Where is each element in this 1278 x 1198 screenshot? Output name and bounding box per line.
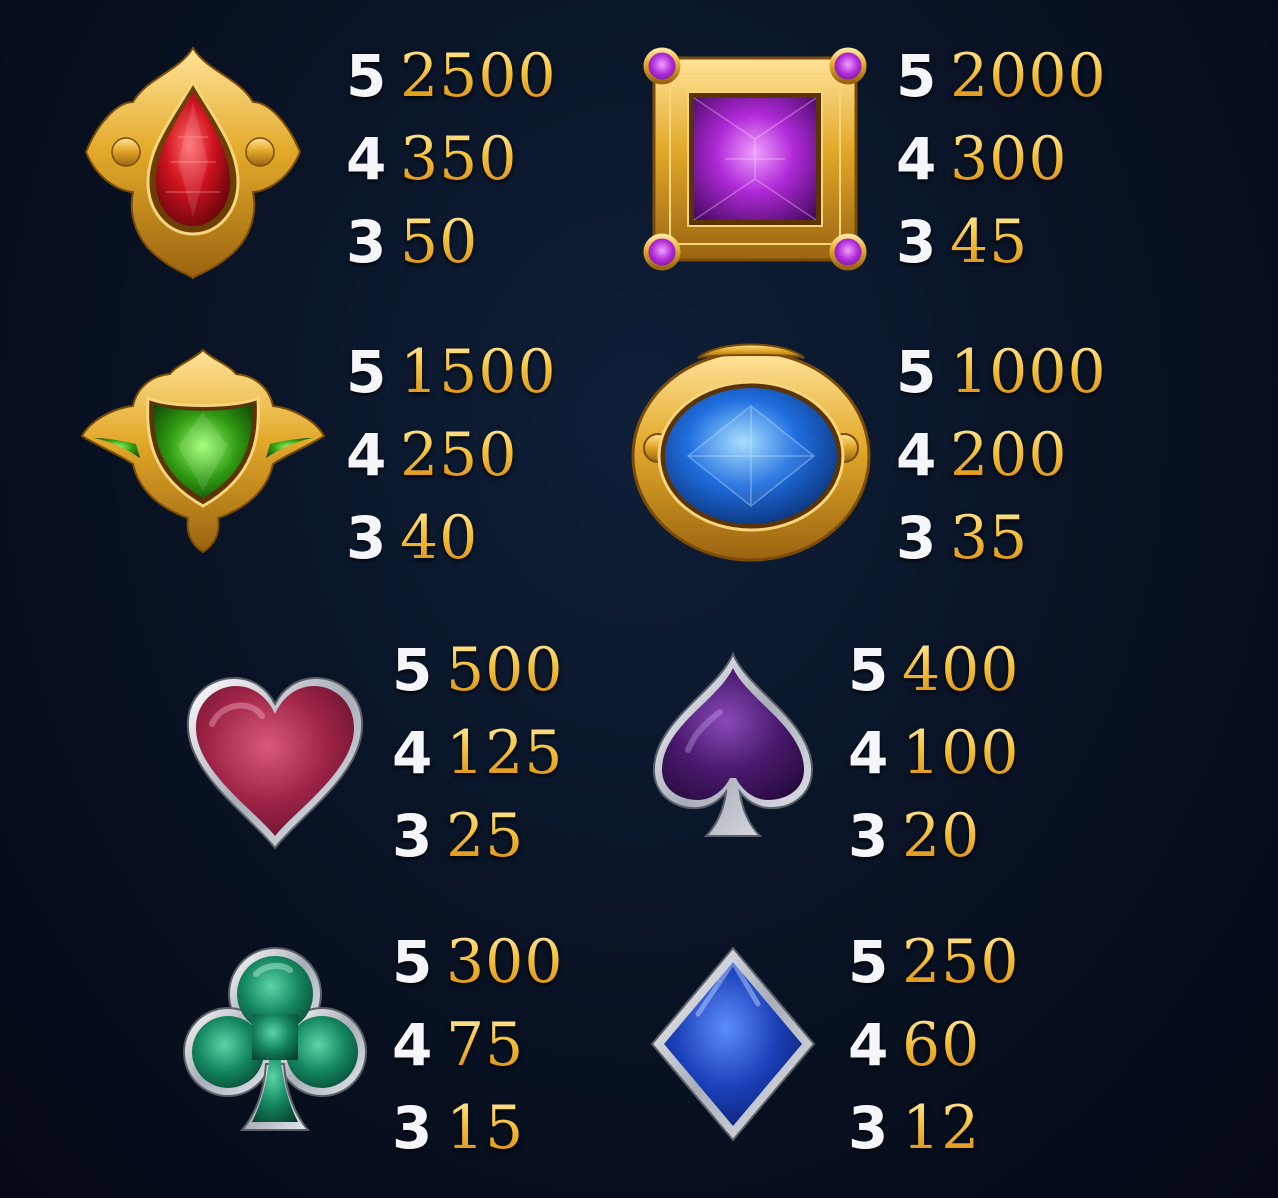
match-count: 5: [346, 337, 387, 406]
payout-amount: 15: [446, 1092, 525, 1163]
match-count: 5: [346, 41, 387, 110]
match-count: 4: [848, 718, 889, 787]
match-count: 3: [848, 801, 889, 870]
match-count: 5: [392, 927, 433, 996]
payout-amount: 125: [446, 717, 564, 788]
payout-amount: 60: [902, 1009, 981, 1080]
payout-amount: 250: [902, 926, 1020, 997]
match-count: 4: [392, 718, 433, 787]
payout-row: 3 50: [346, 200, 557, 283]
payout-row: 5 250: [848, 920, 1020, 1003]
payout-amount: 500: [446, 634, 564, 705]
payout-row: 4 250: [346, 413, 557, 496]
payout-amount: 25: [446, 800, 525, 871]
payout-row: 5 300: [392, 920, 564, 1003]
payout-amount: 2500: [400, 40, 557, 111]
club-icon: [183, 947, 367, 1131]
match-count: 4: [392, 1010, 433, 1079]
match-count: 3: [896, 207, 937, 276]
payout-row: 3 25: [392, 794, 564, 877]
match-count: 5: [848, 927, 889, 996]
payout-amount: 300: [950, 123, 1068, 194]
match-count: 5: [848, 635, 889, 704]
payout-row: 4 300: [896, 117, 1107, 200]
payout-amount: 40: [400, 502, 479, 573]
payout-amount: 1000: [950, 336, 1107, 407]
payout-amount: 1500: [400, 336, 557, 407]
diamond-icon: [650, 946, 816, 1142]
match-count: 5: [392, 635, 433, 704]
payout-amount: 350: [400, 123, 518, 194]
payout-row: 3 35: [896, 496, 1107, 579]
payout-row: 4 100: [848, 711, 1020, 794]
payout-amount: 400: [902, 634, 1020, 705]
match-count: 3: [392, 801, 433, 870]
payout-row: 3 40: [346, 496, 557, 579]
match-count: 4: [896, 124, 937, 193]
payout-row: 4 125: [392, 711, 564, 794]
payout-row: 4 200: [896, 413, 1107, 496]
match-count: 4: [346, 124, 387, 193]
match-count: 4: [896, 420, 937, 489]
purple-square-gem-icon: [643, 47, 867, 271]
payout-row: 3 45: [896, 200, 1107, 283]
payout-row: 5 400: [848, 628, 1020, 711]
payout-row: 4 75: [392, 1003, 564, 1086]
match-count: 3: [848, 1093, 889, 1162]
payout-row: 3 12: [848, 1086, 1020, 1169]
match-count: 4: [848, 1010, 889, 1079]
payout-row: 5 1000: [896, 330, 1107, 413]
payout-amount: 300: [446, 926, 564, 997]
payout-row: 5 1500: [346, 330, 557, 413]
payout-amount: 250: [400, 419, 518, 490]
payout-amount: 20: [902, 800, 981, 871]
match-count: 3: [346, 207, 387, 276]
payout-amount: 12: [902, 1092, 981, 1163]
match-count: 5: [896, 41, 937, 110]
match-count: 3: [392, 1093, 433, 1162]
payout-amount: 2000: [950, 40, 1107, 111]
match-count: 4: [346, 420, 387, 489]
payout-amount: 50: [400, 206, 479, 277]
payout-amount: 35: [950, 502, 1029, 573]
match-count: 3: [896, 503, 937, 572]
payout-amount: 75: [446, 1009, 525, 1080]
payout-amount: 200: [950, 419, 1068, 490]
payout-row: 5 2500: [346, 34, 557, 117]
green-crest-gem-icon: [80, 348, 326, 554]
payout-row: 5 500: [392, 628, 564, 711]
paytable: 5 2500 4 350 3 50 5 2000 4 300 3 45 5 15…: [0, 0, 1278, 1198]
payout-row: 4 350: [346, 117, 557, 200]
match-count: 5: [896, 337, 937, 406]
blue-oval-gem-icon: [631, 343, 871, 562]
heart-icon: [186, 676, 364, 850]
payout-amount: 45: [950, 206, 1029, 277]
payout-amount: 100: [902, 717, 1020, 788]
payout-row: 3 15: [392, 1086, 564, 1169]
payout-row: 5 2000: [896, 34, 1107, 117]
match-count: 3: [346, 503, 387, 572]
payout-row: 3 20: [848, 794, 1020, 877]
payout-row: 4 60: [848, 1003, 1020, 1086]
red-teardrop-gem-icon: [84, 46, 302, 280]
spade-icon: [652, 651, 814, 837]
